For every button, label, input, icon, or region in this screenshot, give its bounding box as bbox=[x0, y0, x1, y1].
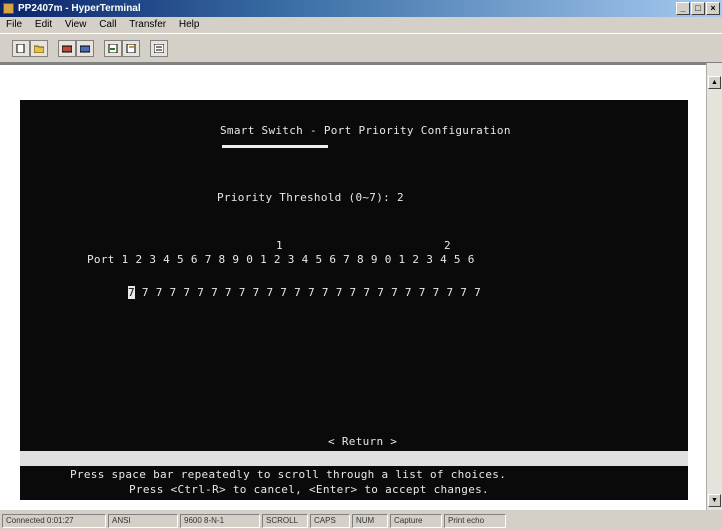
scroll-indicator: SCROLL bbox=[262, 514, 308, 528]
selected-priority-value[interactable]: 7 bbox=[128, 286, 135, 299]
send-button[interactable] bbox=[104, 40, 122, 57]
new-icon bbox=[16, 44, 25, 53]
config-title: Smart Switch - Port Priority Configurati… bbox=[220, 124, 511, 137]
emulation-mode: ANSI bbox=[108, 514, 178, 528]
minimize-button[interactable]: _ bbox=[676, 2, 690, 15]
hyperterminal-icon bbox=[3, 3, 14, 14]
status-bar: Connected 0:01:27 ANSI 9600 8-N-1 SCROLL… bbox=[0, 512, 722, 530]
open-icon bbox=[34, 45, 44, 53]
scroll-down-arrow-icon[interactable]: ▼ bbox=[708, 494, 721, 507]
toolbar bbox=[0, 33, 722, 63]
title-underline bbox=[222, 145, 328, 148]
scroll-up-arrow-icon[interactable]: ▲ bbox=[708, 76, 721, 89]
open-button[interactable] bbox=[30, 40, 48, 57]
ports-label: Port bbox=[87, 253, 115, 266]
help-line-2: Press <Ctrl-R> to cancel, <Enter> to acc… bbox=[129, 483, 489, 496]
terminal-status-band bbox=[20, 451, 688, 466]
receive-icon bbox=[126, 44, 136, 53]
port-tens-digit-2: 2 bbox=[444, 239, 451, 252]
priority-threshold-field[interactable]: Priority Threshold (0~7): 2 bbox=[217, 191, 404, 204]
priority-values-row: 7 7 7 7 7 7 7 7 7 7 7 7 7 7 7 7 7 7 7 7 … bbox=[128, 286, 481, 299]
caps-indicator: CAPS bbox=[310, 514, 350, 528]
close-button[interactable]: × bbox=[706, 2, 720, 15]
vertical-scrollbar[interactable]: ▲ ▼ bbox=[706, 63, 722, 510]
num-indicator: NUM bbox=[352, 514, 388, 528]
connect-button[interactable] bbox=[58, 40, 76, 57]
return-button[interactable]: < Return > bbox=[328, 435, 397, 448]
connect-icon bbox=[62, 45, 72, 53]
connection-time: Connected 0:01:27 bbox=[2, 514, 106, 528]
new-connection-button[interactable] bbox=[12, 40, 30, 57]
menu-call[interactable]: Call bbox=[99, 19, 116, 30]
disconnect-button[interactable] bbox=[76, 40, 94, 57]
port-settings: 9600 8-N-1 bbox=[180, 514, 260, 528]
menu-transfer[interactable]: Transfer bbox=[129, 19, 166, 30]
receive-button[interactable] bbox=[122, 40, 140, 57]
priority-values[interactable]: 7 7 7 7 7 7 7 7 7 7 7 7 7 7 7 7 7 7 7 7 … bbox=[135, 286, 481, 299]
port-tens-digit-1: 1 bbox=[276, 239, 283, 252]
ports-header: Port 1 2 3 4 5 6 7 8 9 0 1 2 3 4 5 6 7 8… bbox=[87, 253, 475, 266]
capture-indicator: Capture bbox=[390, 514, 442, 528]
menu-view[interactable]: View bbox=[65, 19, 87, 30]
window-titlebar: PP2407m - HyperTerminal _ □ × bbox=[0, 0, 722, 17]
send-icon bbox=[108, 44, 118, 53]
maximize-button[interactable]: □ bbox=[691, 2, 705, 15]
help-line-1: Press space bar repeatedly to scroll thr… bbox=[70, 468, 507, 481]
print-echo-indicator: Print echo bbox=[444, 514, 506, 528]
menu-bar: File Edit View Call Transfer Help bbox=[0, 17, 722, 33]
properties-icon bbox=[154, 44, 164, 53]
ports-digits: 1 2 3 4 5 6 7 8 9 0 1 2 3 4 5 6 7 8 9 0 … bbox=[121, 253, 475, 266]
menu-file[interactable]: File bbox=[6, 19, 22, 30]
terminal-screen[interactable]: Smart Switch - Port Priority Configurati… bbox=[20, 100, 688, 500]
menu-edit[interactable]: Edit bbox=[35, 19, 52, 30]
disconnect-icon bbox=[80, 45, 90, 53]
window-title: PP2407m - HyperTerminal bbox=[18, 3, 141, 14]
menu-help[interactable]: Help bbox=[179, 19, 200, 30]
properties-button[interactable] bbox=[150, 40, 168, 57]
